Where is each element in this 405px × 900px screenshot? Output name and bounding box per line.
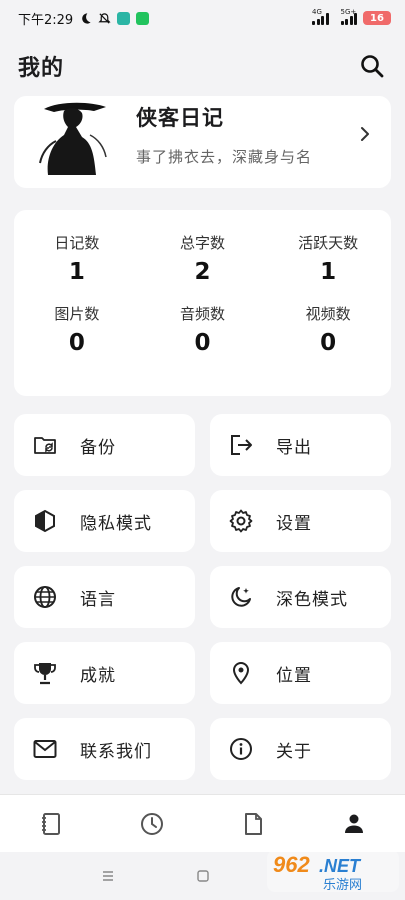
- stat-diary-count: 日记数 1: [14, 232, 140, 285]
- menu-label: 隐私模式: [80, 513, 152, 534]
- location-icon: [228, 660, 254, 686]
- menu-label: 设置: [276, 513, 312, 534]
- search-icon: [361, 55, 384, 78]
- stat-value: 1: [68, 259, 85, 285]
- menu-label: 成就: [80, 665, 116, 686]
- nav-diary[interactable]: [21, 802, 81, 846]
- stat-label: 视频数: [305, 305, 351, 323]
- menu-label: 备份: [80, 437, 116, 458]
- stat-label: 活跃天数: [298, 234, 359, 252]
- mail-icon: [32, 736, 58, 762]
- page-title: 我的: [18, 56, 65, 81]
- stat-word-count: 总字数 2: [140, 232, 266, 285]
- wechat-icon: [136, 11, 150, 25]
- diary-icon: [41, 812, 60, 835]
- menu-label: 深色模式: [276, 589, 348, 610]
- nav-documents[interactable]: [223, 802, 283, 846]
- menu-lines-icon[interactable]: [100, 870, 116, 882]
- stat-active-days: 活跃天数 1: [265, 232, 391, 285]
- chevron-right-icon: [361, 127, 369, 141]
- stat-label: 图片数: [54, 305, 100, 323]
- app-notification-icon: [117, 11, 131, 25]
- history-icon: [140, 812, 163, 835]
- achievements-button[interactable]: 成就: [14, 642, 195, 704]
- stat-audio-count: 音频数 0: [140, 303, 266, 356]
- profile-card[interactable]: 侠客日记 事了拂衣去，深藏身与名: [14, 96, 391, 188]
- mute-bell-icon: [98, 12, 111, 24]
- stat-value: 0: [194, 330, 211, 356]
- site-watermark-logo: 962 .NET 乐游网: [267, 850, 399, 893]
- profile-name: 侠客日记: [136, 105, 224, 130]
- stat-value: 0: [68, 330, 85, 356]
- svg-text:.NET: .NET: [319, 856, 362, 876]
- nav-history[interactable]: [122, 802, 182, 846]
- status-time: 下午2:29: [18, 12, 74, 28]
- export-icon: [228, 432, 254, 458]
- stat-video-count: 视频数 0: [265, 303, 391, 356]
- settings-button[interactable]: 设置: [210, 490, 391, 552]
- battery-icon: 16: [363, 11, 391, 25]
- info-icon: [228, 736, 254, 762]
- dark-mode-button[interactable]: 深色模式: [210, 566, 391, 628]
- menu-label: 位置: [276, 665, 312, 686]
- document-icon: [245, 812, 263, 835]
- status-bar: 下午2:29 4G 5G+ 16: [0, 0, 405, 36]
- avatar: [39, 102, 107, 175]
- header: 我的: [0, 44, 405, 88]
- stat-image-count: 图片数 0: [14, 303, 140, 356]
- export-button[interactable]: 导出: [210, 414, 391, 476]
- moon-icon: [82, 12, 91, 24]
- profile-icon: [345, 814, 364, 833]
- folder-sync-icon: [32, 432, 58, 458]
- globe-icon: [32, 584, 58, 610]
- nav-profile[interactable]: [324, 802, 384, 846]
- location-button[interactable]: 位置: [210, 642, 391, 704]
- stat-value: 0: [320, 330, 337, 356]
- about-button[interactable]: 关于: [210, 718, 391, 780]
- stat-label: 日记数: [54, 234, 100, 252]
- signal-4g-icon: 4G: [312, 8, 329, 25]
- svg-text:乐游网: 乐游网: [323, 878, 362, 893]
- menu-label: 语言: [80, 589, 116, 610]
- contact-us-button[interactable]: 联系我们: [14, 718, 195, 780]
- stat-value: 1: [320, 259, 337, 285]
- gear-icon: [228, 508, 254, 534]
- stats-card: 日记数 1 总字数 2 活跃天数 1 图片数 0 音频数 0 视频数 0: [14, 210, 391, 396]
- menu-label: 关于: [276, 741, 312, 762]
- stat-label: 音频数: [179, 305, 225, 323]
- profile-motto: 事了拂衣去，深藏身与名: [136, 147, 313, 166]
- backup-button[interactable]: 备份: [14, 414, 195, 476]
- signal-5g-icon: 5G+: [340, 8, 357, 25]
- home-square-icon[interactable]: [196, 869, 210, 883]
- dark-mode-icon: [228, 584, 254, 610]
- search-button[interactable]: [357, 51, 387, 81]
- privacy-mode-button[interactable]: 隐私模式: [14, 490, 195, 552]
- menu-grid: 备份 导出 隐私模式 设置 语言 深色模式 成就 位置 联系我们 关于: [14, 414, 391, 780]
- stat-value: 2: [194, 259, 211, 285]
- svg-text:962: 962: [273, 852, 310, 877]
- stat-label: 总字数: [179, 234, 225, 252]
- bottom-nav: [0, 794, 405, 852]
- privacy-icon: [32, 508, 58, 534]
- menu-label: 导出: [276, 437, 312, 458]
- language-button[interactable]: 语言: [14, 566, 195, 628]
- menu-label: 联系我们: [80, 741, 152, 762]
- trophy-icon: [32, 660, 58, 686]
